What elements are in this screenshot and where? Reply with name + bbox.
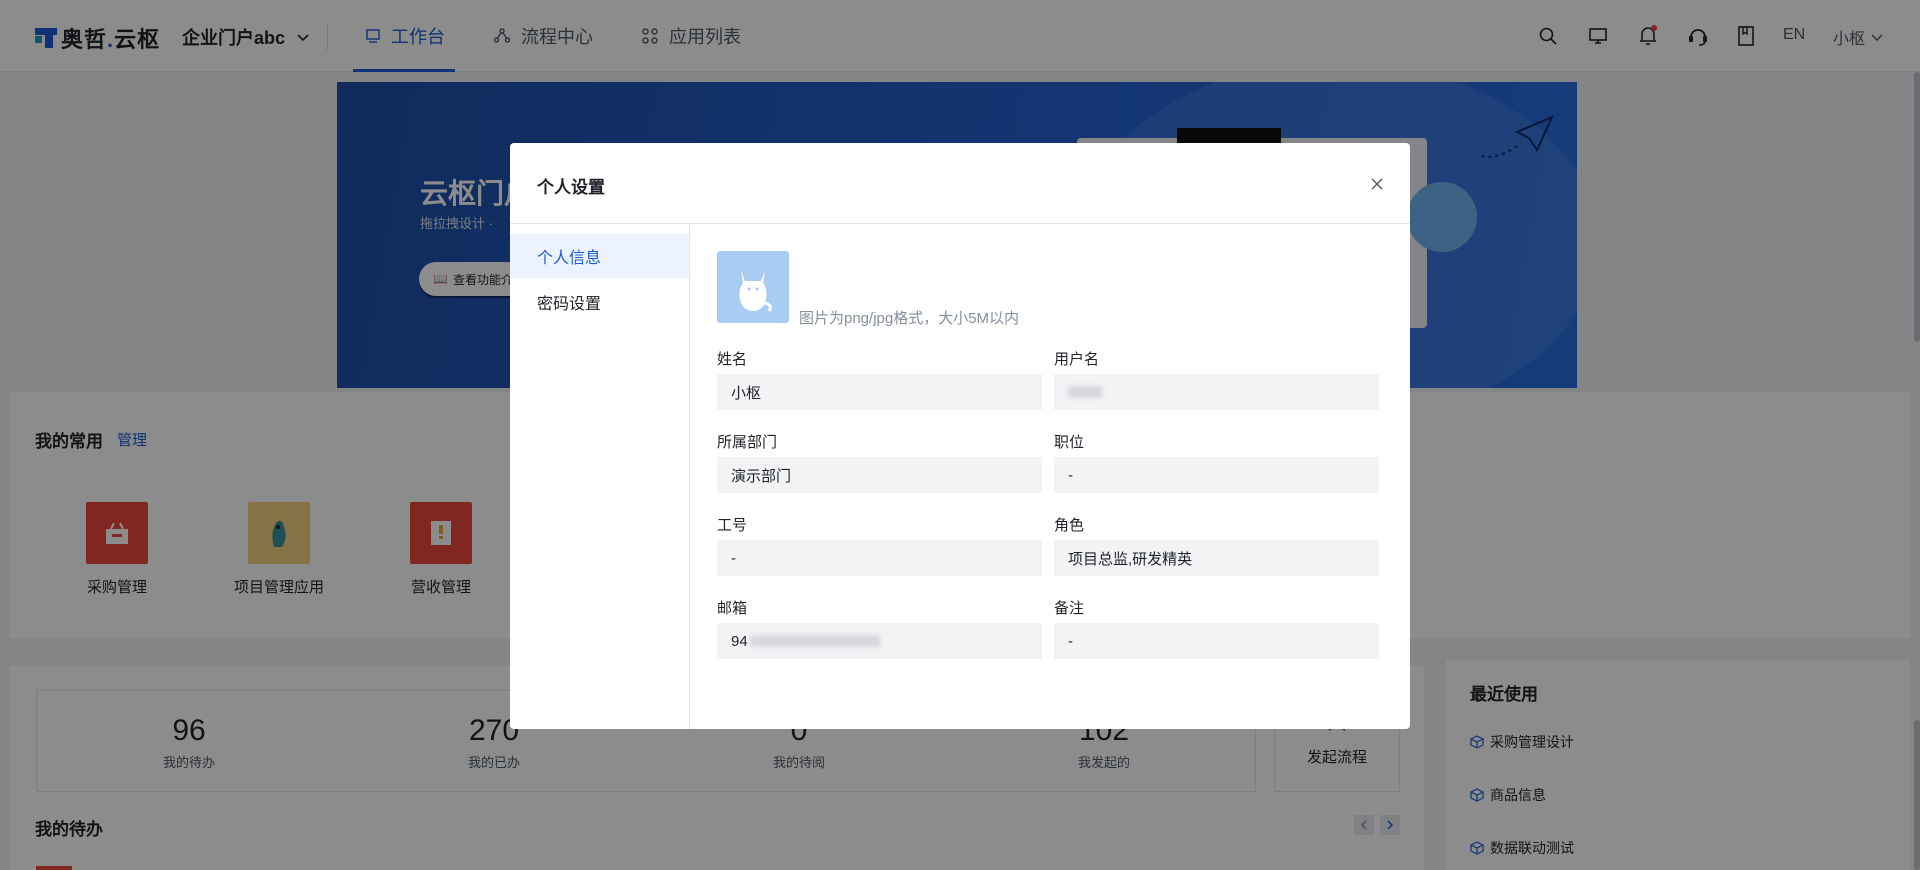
cat-avatar-icon bbox=[739, 271, 772, 312]
redacted-text bbox=[1068, 386, 1102, 398]
redacted-text bbox=[749, 635, 880, 647]
department-label: 所属部门 bbox=[717, 434, 778, 451]
position-label: 职位 bbox=[1054, 434, 1085, 451]
role-label: 角色 bbox=[1054, 517, 1085, 534]
remark-label: 备注 bbox=[1054, 600, 1085, 617]
name-label: 姓名 bbox=[717, 351, 748, 368]
name-field: 小枢 bbox=[717, 374, 1042, 410]
email-label: 邮箱 bbox=[717, 600, 748, 617]
avatar-upload[interactable] bbox=[717, 251, 789, 323]
department-field: 演示部门 bbox=[717, 457, 1042, 493]
personal-settings-dialog: 个人设置 个人信息 密码设置 图片为png/jpg格式，大小5M以内 姓名 小枢… bbox=[510, 143, 1410, 729]
settings-menu: 个人信息 密码设置 bbox=[510, 224, 690, 729]
close-button[interactable] bbox=[1367, 174, 1387, 194]
email-field: 94 bbox=[717, 623, 1042, 659]
employee-no-label: 工号 bbox=[717, 517, 748, 534]
username-field bbox=[1054, 374, 1379, 410]
menu-item-password[interactable]: 密码设置 bbox=[510, 280, 689, 324]
username-label: 用户名 bbox=[1054, 351, 1100, 368]
menu-item-profile[interactable]: 个人信息 bbox=[510, 234, 689, 278]
position-field: - bbox=[1054, 457, 1379, 493]
role-field: 项目总监,研发精英 bbox=[1054, 540, 1379, 576]
avatar-hint: 图片为png/jpg格式，大小5M以内 bbox=[799, 310, 1020, 327]
close-icon bbox=[1371, 178, 1383, 190]
dialog-title: 个人设置 bbox=[537, 178, 605, 197]
employee-no-field: - bbox=[717, 540, 1042, 576]
remark-field: - bbox=[1054, 623, 1379, 659]
